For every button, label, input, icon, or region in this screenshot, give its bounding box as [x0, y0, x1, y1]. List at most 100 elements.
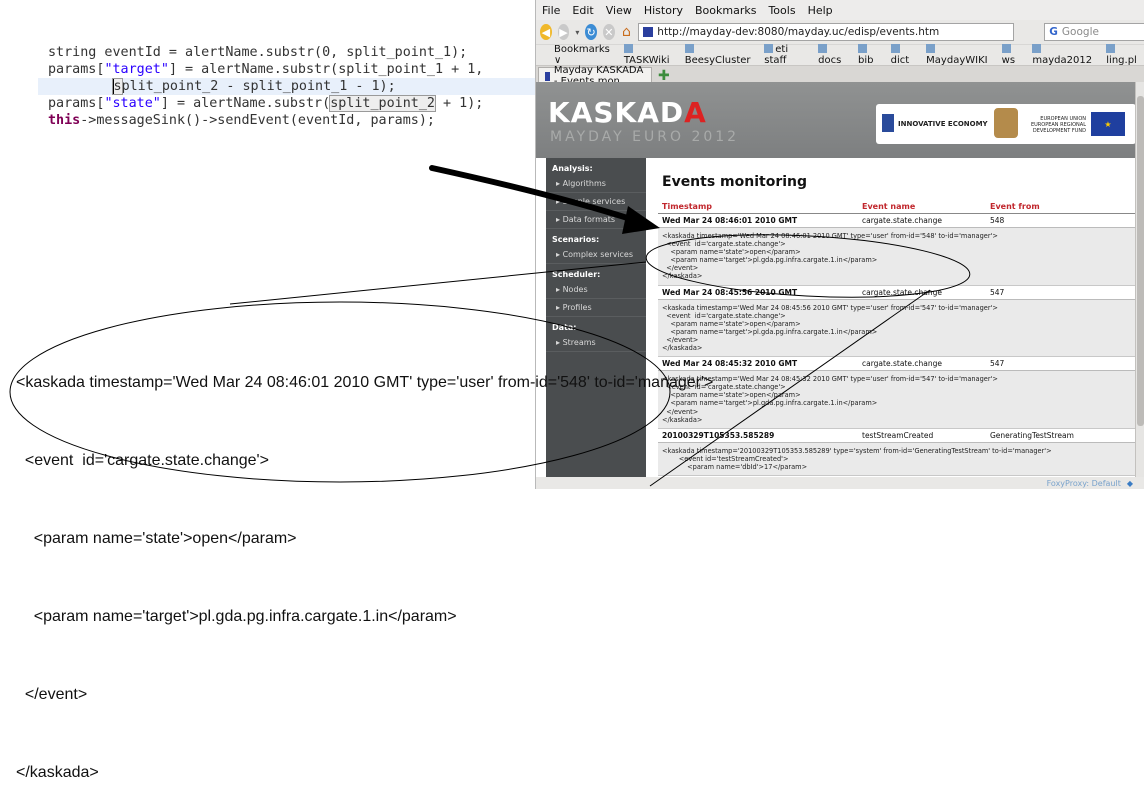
scrollbar-thumb[interactable] [1137, 96, 1144, 426]
magnified-xml: <kaskada timestamp='Wed Mar 24 08:46:01 … [16, 318, 713, 812]
event-from: 547 [990, 359, 1005, 369]
sidebar-heading: Scheduler: [552, 270, 601, 279]
bookmarks-toolbar: Bookmarks ∨ TASKWiki BeesyCluster eti st… [536, 44, 1144, 66]
event-xml: <kaskada timestamp='Wed Mar 24 08:45:32 … [658, 371, 1136, 429]
innovative-economy-label: INNOVATIVE ECONOMY [898, 120, 988, 128]
table-row[interactable]: Wed Mar 24 08:46:01 2010 GMT cargate.sta… [658, 214, 1136, 228]
menu-view[interactable]: View [606, 4, 632, 17]
url-text: http://mayday-dev:8080/mayday.uc/edisp/e… [657, 26, 940, 38]
code-line: params["target"] = alertName.substr(spli… [48, 62, 484, 77]
site-header: KASKADA MAYDAY EURO 2012 INNOVATIVE ECON… [536, 82, 1136, 158]
event-xml: <kaskada timestamp='20100329T105353.5852… [658, 442, 1136, 476]
coat-of-arms-icon [994, 108, 1018, 138]
bookmark-icon [857, 44, 867, 53]
eu-flag-icon: ★ [1091, 112, 1125, 136]
code-snippet: string eventId = alertName.substr(0, spl… [38, 44, 538, 129]
event-name: testStreamCreated [862, 430, 934, 440]
zoom-line: <param name='target'>pl.gda.pg.infra.car… [16, 608, 457, 625]
sidebar-item-nodes[interactable]: ▸ Nodes [546, 281, 646, 299]
sidebar-heading: Analysis: [552, 164, 593, 173]
zoom-line: </kaskada> [16, 764, 99, 781]
sidebar-item-data-formats[interactable]: ▸ Data formats [546, 211, 646, 229]
events-table-header: Timestamp Event name Event from [658, 202, 1136, 214]
logo-subtitle: MAYDAY EURO 2012 [550, 129, 740, 145]
event-timestamp: Wed Mar 24 08:46:01 2010 GMT [662, 216, 798, 225]
event-timestamp: Wed Mar 24 08:45:56 2010 GMT [662, 287, 798, 297]
bookmark-icon [1032, 44, 1042, 53]
bookmark-item[interactable]: TASKWiki [623, 44, 677, 66]
menu-bookmarks[interactable]: Bookmarks [695, 4, 756, 17]
bookmark-icon [926, 44, 936, 53]
event-from: 547 [990, 287, 1005, 297]
url-bar[interactable]: http://mayday-dev:8080/mayday.uc/edisp/e… [638, 23, 1015, 41]
menu-tools[interactable]: Tools [768, 4, 795, 17]
innovative-economy-logo-icon [882, 114, 894, 132]
menu-history[interactable]: History [644, 4, 683, 17]
event-name: cargate.state.change [862, 216, 942, 225]
sidebar-item-profiles[interactable]: ▸ Profiles [546, 299, 646, 317]
foxyproxy-icon[interactable]: ◆ [1127, 479, 1133, 488]
table-row[interactable]: Wed Mar 24 08:45:32 2010 GMT cargate.sta… [658, 357, 1136, 372]
bookmark-item[interactable]: mayda2012 [1032, 44, 1098, 66]
bookmark-item[interactable]: ws [1001, 44, 1025, 66]
code-line-highlighted: split_point_2 - split_point_1 - 1); [38, 78, 538, 95]
reload-icon[interactable]: ↻ [585, 24, 597, 40]
home-icon[interactable]: ⌂ [621, 24, 633, 40]
history-dropdown-icon[interactable]: ▾ [575, 28, 579, 37]
google-icon: G [1049, 26, 1058, 38]
bookmark-icon [684, 44, 694, 53]
bookmark-item[interactable]: eti staff [764, 44, 810, 66]
sidebar-item-complex-services[interactable]: ▸ Complex services [546, 246, 646, 264]
back-arrow-icon[interactable]: ◀ [540, 24, 552, 40]
event-xml: <kaskada timestamp='Wed Mar 24 08:46:01 … [658, 228, 1136, 286]
code-line: string eventId = alertName.substr(0, spl… [48, 45, 468, 60]
table-row[interactable]: Wed Mar 24 08:45:56 2010 GMT cargate.sta… [658, 286, 1136, 300]
table-row[interactable]: 20100329T105353.585289 testStreamCreated… [658, 429, 1136, 443]
code-line: params["state"] = alertName.substr(split… [48, 95, 484, 112]
kaskada-logo: KASKADA [548, 96, 707, 129]
menu-edit[interactable]: Edit [572, 4, 593, 17]
bookmarks-menu-button[interactable]: Bookmarks ∨ [554, 44, 616, 66]
code-line: this->messageSink()->sendEvent(eventId, … [48, 113, 435, 128]
search-input[interactable]: G Google [1044, 23, 1144, 41]
zoom-line: <param name='state'>open</param> [16, 530, 297, 547]
stop-icon[interactable]: ✕ [602, 24, 615, 40]
bookmark-icon [1001, 44, 1011, 53]
column-timestamp: Timestamp [662, 202, 713, 211]
search-placeholder: Google [1061, 26, 1099, 38]
navigation-toolbar: ◀ ▶ ▾ ↻ ✕ ⌂ http://mayday-dev:8080/mayda… [536, 20, 1144, 44]
menu-help[interactable]: Help [808, 4, 833, 17]
sidebar-item-algorithms[interactable]: ▸ Algorithms [546, 175, 646, 193]
event-xml: <kaskada timestamp='Wed Mar 24 08:45:56 … [658, 299, 1136, 358]
events-panel: Events monitoring Timestamp Event name E… [658, 174, 1136, 476]
sidebar-heading: Scenarios: [552, 235, 600, 244]
bookmark-icon [890, 44, 900, 53]
menu-bar: File Edit View History Bookmarks Tools H… [536, 0, 1144, 20]
event-from: GeneratingTestStream [990, 430, 1074, 440]
zoom-line: <kaskada timestamp='Wed Mar 24 08:46:01 … [16, 374, 714, 391]
bookmark-item[interactable]: dict [890, 44, 919, 66]
event-name: cargate.state.change [862, 359, 942, 369]
column-event-name: Event name [862, 202, 916, 211]
bookmark-item[interactable]: docs [818, 44, 850, 66]
menu-file[interactable]: File [542, 4, 560, 17]
zoom-line: </event> [16, 686, 88, 703]
bookmark-item[interactable]: ling.pl [1106, 44, 1144, 66]
column-event-from: Event from [990, 202, 1040, 211]
bookmark-item[interactable]: MaydayWIKI [926, 44, 993, 66]
bookmark-item[interactable]: bib [857, 44, 883, 66]
bookmark-icon [1106, 44, 1116, 53]
tab-favicon-icon [545, 71, 550, 81]
foxyproxy-status[interactable]: FoxyProxy: Default [1047, 479, 1121, 488]
page-scrollbar[interactable] [1135, 82, 1144, 477]
forward-arrow-icon[interactable]: ▶ [557, 24, 570, 40]
zoom-line: <event id='cargate.state.change'> [16, 452, 269, 469]
event-from: 548 [990, 216, 1005, 225]
page-title: Events monitoring [662, 174, 808, 190]
sidebar-item-simple-services[interactable]: ▸ Simple services [546, 193, 646, 211]
sponsor-banner: INNOVATIVE ECONOMY EUROPEAN UNION EUROPE… [876, 104, 1136, 144]
eu-fund-label: EUROPEAN UNION EUROPEAN REGIONAL DEVELOP… [1030, 116, 1086, 134]
bookmark-icon [623, 44, 633, 53]
site-favicon-icon [643, 27, 654, 37]
bookmark-item[interactable]: BeesyCluster [684, 44, 757, 66]
